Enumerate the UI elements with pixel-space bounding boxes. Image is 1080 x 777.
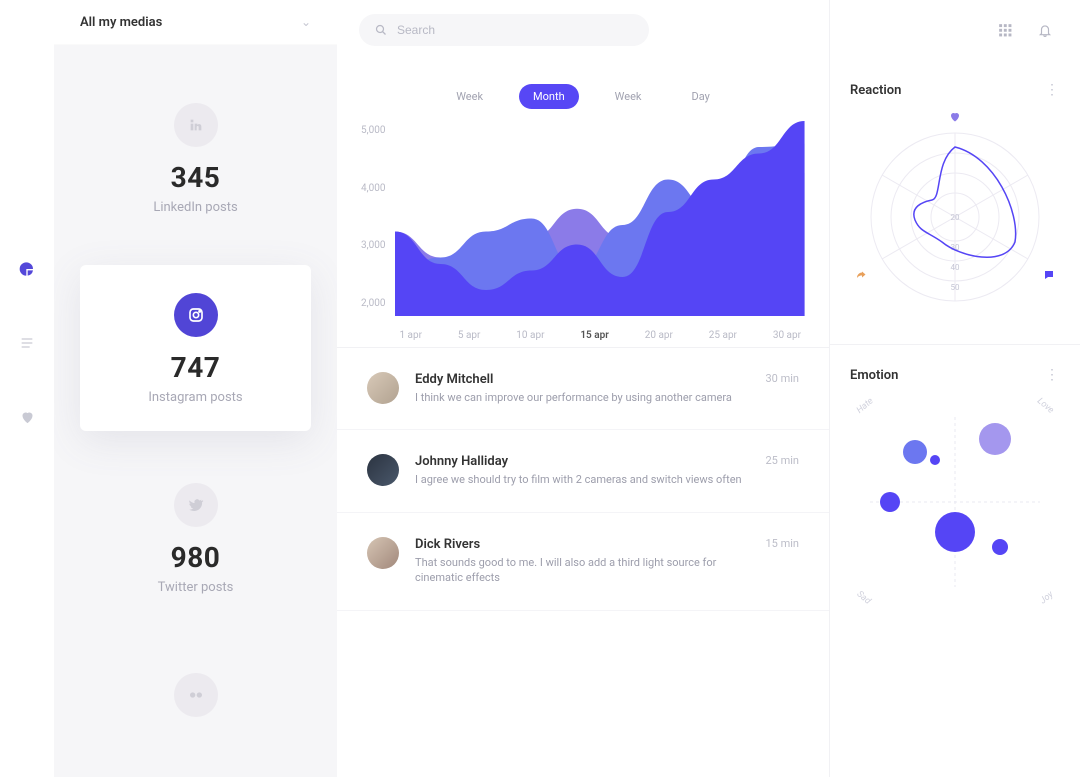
feed-item[interactable]: Johnny Halliday I agree we should try to… bbox=[337, 430, 829, 512]
avatar bbox=[367, 372, 399, 404]
search-input[interactable] bbox=[397, 23, 633, 37]
feed-author: Eddy Mitchell bbox=[415, 372, 750, 387]
stat-label: Instagram posts bbox=[98, 390, 293, 405]
period-tab-day[interactable]: Day bbox=[677, 84, 723, 109]
chevron-down-icon: ⌄ bbox=[301, 15, 311, 29]
chart-y-axis: 5,000 4,000 3,000 2,000 bbox=[361, 121, 385, 313]
linkedin-icon bbox=[174, 103, 218, 147]
period-tab-week2[interactable]: Week bbox=[601, 84, 656, 109]
search-icon bbox=[375, 21, 387, 40]
reaction-radar: 20 30 40 50 bbox=[850, 112, 1060, 322]
feed-item[interactable]: Dick Rivers That sounds good to me. I wi… bbox=[337, 513, 829, 611]
chart-x-axis: 1 apr 5 apr 10 apr 15 apr 20 apr 25 apr … bbox=[395, 320, 805, 341]
avatar bbox=[367, 454, 399, 486]
stat-value: 980 bbox=[98, 541, 293, 574]
svg-text:40: 40 bbox=[951, 263, 960, 272]
stat-card-linkedin[interactable]: 345 LinkedIn posts bbox=[80, 75, 311, 241]
share-icon bbox=[854, 268, 868, 282]
stat-label: LinkedIn posts bbox=[98, 200, 293, 215]
twitter-icon bbox=[174, 483, 218, 527]
apps-icon[interactable] bbox=[992, 17, 1018, 43]
reaction-panel: Reaction ⋮ 20 30 40 50 bbox=[830, 60, 1080, 345]
stat-card-instagram[interactable]: 747 Instagram posts bbox=[80, 265, 311, 431]
comment-feed: Eddy Mitchell I think we can improve our… bbox=[337, 348, 829, 777]
stat-card-twitter[interactable]: 980 Twitter posts bbox=[80, 455, 311, 621]
feed-item[interactable]: Eddy Mitchell I think we can improve our… bbox=[337, 348, 829, 430]
search-field[interactable] bbox=[359, 14, 649, 46]
flickr-icon bbox=[174, 673, 218, 717]
emotion-panel: Emotion ⋮ Hate Love Sad Joy bbox=[830, 345, 1080, 629]
period-tab-week[interactable]: Week bbox=[442, 84, 497, 109]
bell-icon[interactable] bbox=[1032, 17, 1058, 43]
instagram-icon bbox=[174, 293, 218, 337]
stat-label: Twitter posts bbox=[98, 580, 293, 595]
avatar bbox=[367, 537, 399, 569]
feed-time: 30 min bbox=[766, 372, 800, 385]
nav-analytics[interactable] bbox=[18, 260, 36, 278]
feed-text: I think we can improve our performance b… bbox=[415, 390, 750, 405]
chat-icon bbox=[1042, 268, 1056, 282]
period-tab-month[interactable]: Month bbox=[519, 84, 579, 109]
stat-value: 747 bbox=[98, 351, 293, 384]
nav-list[interactable] bbox=[18, 334, 36, 352]
feed-author: Johnny Halliday bbox=[415, 454, 750, 469]
nav-favorites[interactable] bbox=[18, 408, 36, 426]
emotion-scatter bbox=[850, 397, 1060, 607]
feed-time: 25 min bbox=[766, 454, 800, 467]
more-icon[interactable]: ⋮ bbox=[1045, 82, 1060, 98]
feed-time: 15 min bbox=[766, 537, 800, 550]
heart-icon bbox=[948, 110, 962, 124]
area-chart-svg bbox=[395, 121, 805, 316]
media-dropdown-label: All my medias bbox=[80, 15, 162, 30]
reaction-title: Reaction bbox=[850, 83, 901, 98]
stat-value: 345 bbox=[98, 161, 293, 194]
svg-text:50: 50 bbox=[951, 283, 960, 292]
more-icon[interactable]: ⋮ bbox=[1045, 367, 1060, 383]
feed-text: That sounds good to me. I will also add … bbox=[415, 555, 750, 586]
feed-author: Dick Rivers bbox=[415, 537, 750, 552]
media-dropdown[interactable]: All my medias ⌄ bbox=[54, 0, 337, 45]
activity-chart: Week Month Week Day 5,000 4,000 3,000 2,… bbox=[337, 60, 829, 348]
feed-text: I agree we should try to film with 2 cam… bbox=[415, 472, 750, 487]
stat-card-more[interactable] bbox=[80, 645, 311, 757]
emotion-title: Emotion bbox=[850, 368, 898, 383]
svg-text:20: 20 bbox=[951, 213, 960, 222]
